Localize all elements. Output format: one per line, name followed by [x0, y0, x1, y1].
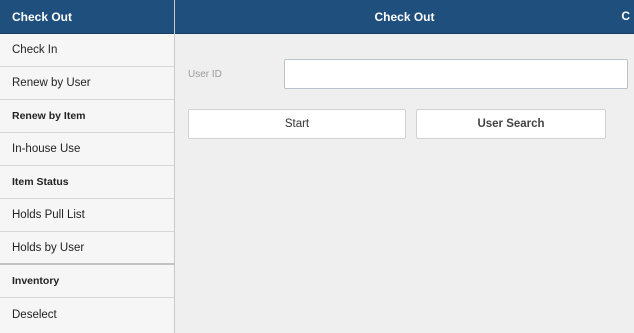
user-search-button[interactable]: User Search: [416, 109, 606, 139]
user-search-button-label: User Search: [477, 118, 545, 130]
page-title: Check Out: [374, 9, 435, 24]
sidebar-item-holds-by-user[interactable]: Holds by User: [0, 232, 174, 265]
app-root: Check Out Check In Renew by User Renew b…: [0, 0, 634, 333]
user-id-row: User ID: [175, 59, 634, 89]
start-button[interactable]: Start: [188, 109, 406, 139]
sidebar-item-check-in[interactable]: Check In: [0, 34, 174, 67]
corner-icon[interactable]: C: [621, 9, 630, 23]
sidebar-item-renew-by-item[interactable]: Renew by Item: [0, 100, 174, 133]
sidebar-item-in-house-use[interactable]: In-house Use: [0, 133, 174, 166]
sidebar-item-deselect[interactable]: Deselect: [0, 298, 174, 331]
user-id-input[interactable]: [284, 59, 628, 89]
main-panel: Check Out C User ID Start User Search: [175, 0, 634, 333]
user-id-label: User ID: [188, 68, 222, 80]
start-button-label: Start: [284, 118, 310, 130]
action-buttons: Start User Search: [175, 109, 634, 139]
sidebar-item-renew-by-user[interactable]: Renew by User: [0, 67, 174, 100]
sidebar: Check Out Check In Renew by User Renew b…: [0, 0, 175, 333]
sidebar-item-item-status[interactable]: Item Status: [0, 166, 174, 199]
sidebar-item-holds-pull-list[interactable]: Holds Pull List: [0, 199, 174, 232]
main-header: Check Out C: [175, 0, 634, 34]
sidebar-item-inventory[interactable]: Inventory: [0, 265, 174, 298]
sidebar-item-check-out[interactable]: Check Out: [0, 0, 174, 34]
